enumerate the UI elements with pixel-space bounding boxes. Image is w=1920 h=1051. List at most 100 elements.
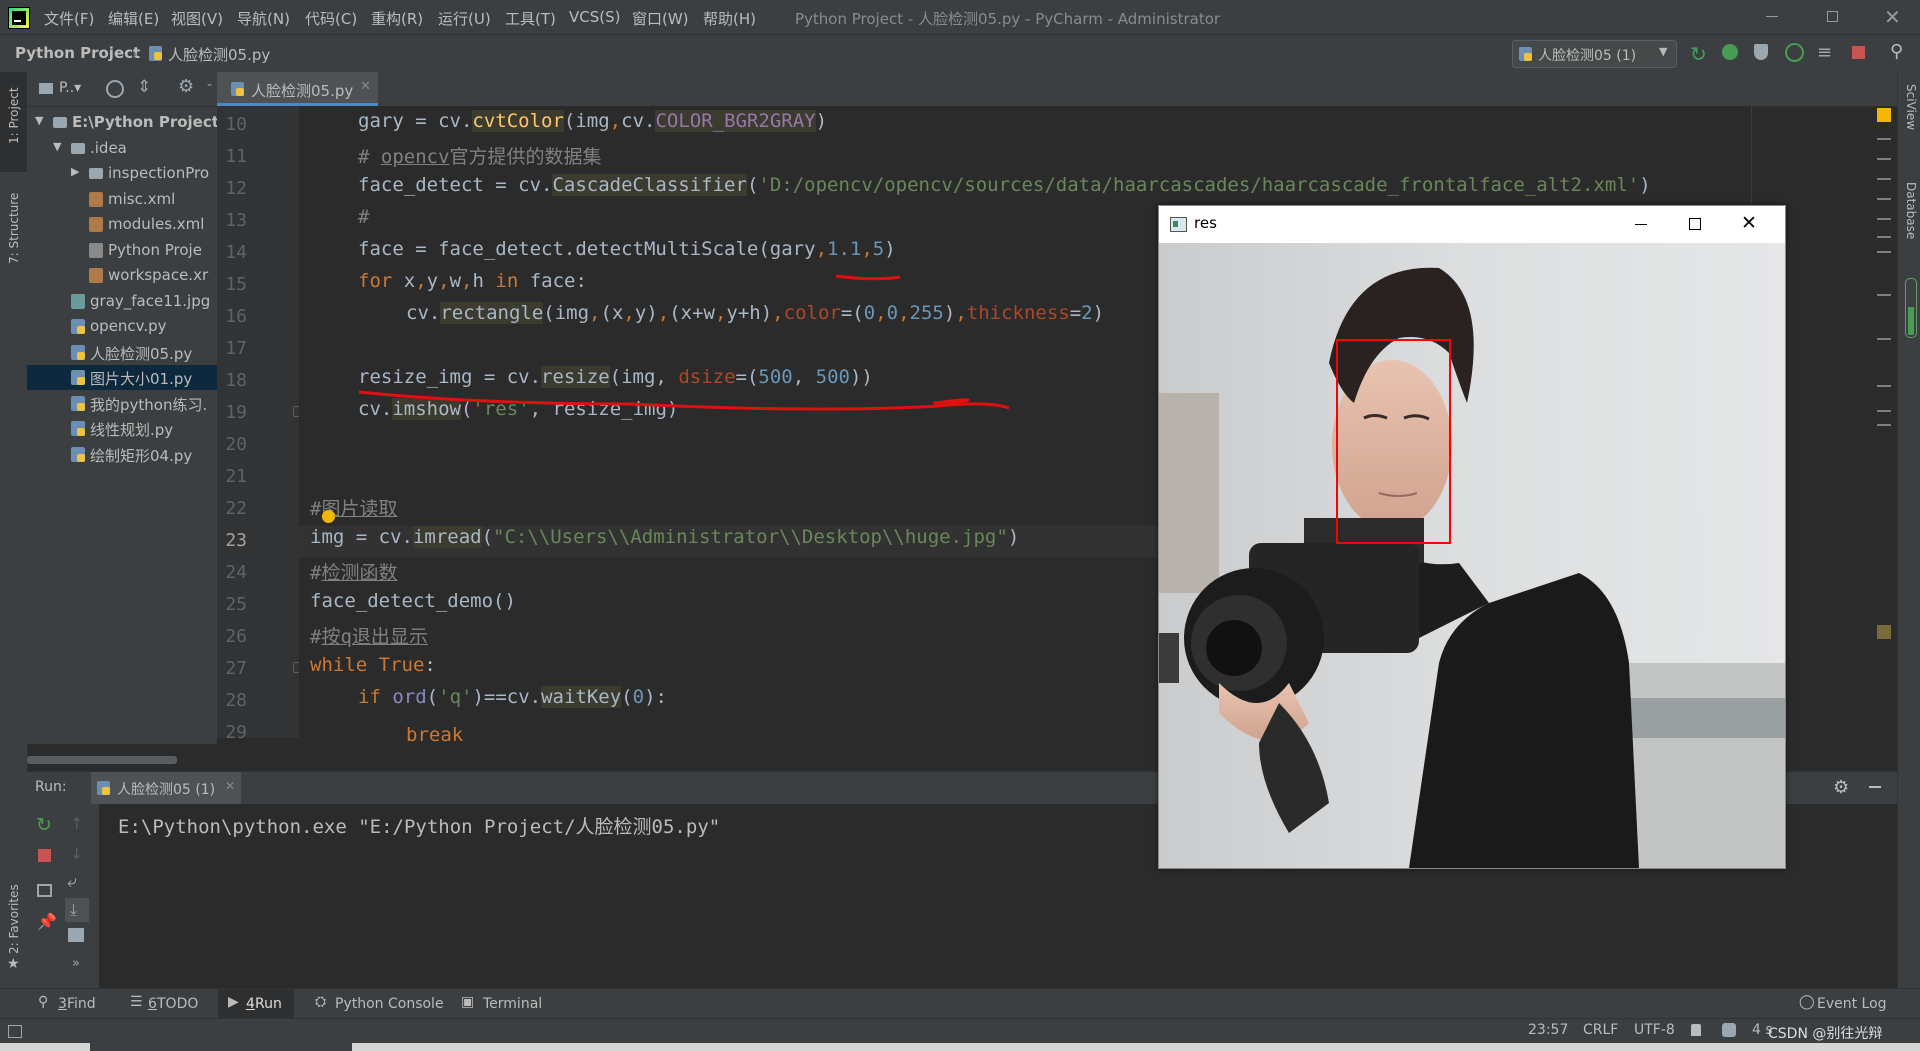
file-icon (89, 242, 103, 258)
maximize-button[interactable] (1827, 11, 1838, 22)
menu-tools[interactable]: 工具(T) (505, 8, 556, 29)
file-encoding[interactable]: UTF-8 (1634, 1022, 1675, 1038)
concurrency-icon[interactable]: ≡ (1817, 42, 1832, 63)
close-button[interactable]: ✕ (1884, 5, 1901, 29)
window-maximize-button[interactable] (1689, 218, 1701, 230)
rerun-icon[interactable]: ↻ (36, 814, 52, 836)
menu-help[interactable]: 帮助(H) (703, 8, 756, 29)
run-tab[interactable]: 人脸检测05 (1) ✕ (91, 772, 241, 805)
project-tree-item[interactable]: ▼ .idea (27, 136, 217, 161)
favorites-tool-button[interactable]: 2: Favorites (7, 884, 21, 954)
scroll-thumb[interactable] (1877, 625, 1891, 639)
project-tree-item[interactable]: opencv.py (27, 314, 217, 339)
chevron-right-icon[interactable]: ▶ (71, 165, 79, 178)
menu-code[interactable]: 代码(C) (305, 8, 357, 29)
inspector-icon[interactable] (1722, 1023, 1736, 1037)
project-tree-item[interactable]: Python Proje (27, 238, 217, 263)
hide-panel-icon[interactable] (1869, 786, 1881, 788)
soft-wrap-icon[interactable]: ⤶ (67, 872, 77, 892)
navigation-bar: Python Project › 人脸检测05.py 人脸检测05 (1) ▼ … (0, 34, 1920, 74)
line-separator[interactable]: CRLF (1583, 1022, 1618, 1038)
stop-icon[interactable] (1852, 46, 1865, 59)
locate-icon[interactable] (106, 80, 124, 98)
project-tree-item[interactable]: ▶ inspectionPro (27, 161, 217, 186)
close-tab-icon[interactable]: ✕ (225, 779, 235, 793)
project-tree-item[interactable]: misc.xml (27, 187, 217, 212)
menu-navigate[interactable]: 导航(N) (237, 8, 290, 29)
project-tree-item[interactable]: 线性规划.py (27, 416, 217, 441)
project-view-selector[interactable]: P..▾ (59, 80, 81, 96)
project-tree-item[interactable]: gray_face11.jpg (27, 289, 217, 314)
python-run-icon (97, 781, 110, 795)
project-tree-item[interactable]: 人脸检测05.py (27, 340, 217, 365)
hide-icon[interactable]: - (207, 77, 212, 93)
more-icon[interactable]: » (72, 956, 80, 971)
caret-position[interactable]: 23:57 (1528, 1022, 1568, 1038)
event-log-label: Event Log (1817, 996, 1887, 1012)
toggle-tool-windows-icon[interactable] (8, 1025, 22, 1038)
menu-view[interactable]: 视图(V) (171, 8, 223, 29)
chevron-down-icon[interactable]: ▼ (35, 114, 43, 127)
sciview-tool-button[interactable]: SciView (1904, 84, 1918, 130)
image-window[interactable]: res ✕ (1158, 205, 1786, 869)
search-everywhere-icon[interactable]: ⚲ (1890, 41, 1903, 62)
pin-icon[interactable]: 📌 (37, 912, 57, 931)
menu-window[interactable]: 窗口(W) (632, 8, 689, 29)
profile-icon[interactable] (1785, 43, 1804, 62)
find-tab-number: 3 (58, 996, 67, 1012)
menu-edit[interactable]: 编辑(E) (108, 8, 159, 29)
project-tree-item[interactable]: 绘制矩形04.py (27, 442, 217, 467)
python-file-icon (71, 370, 85, 385)
window-title: Python Project - 人脸检测05.py - PyCharm - A… (795, 10, 1221, 28)
coverage-icon[interactable] (1754, 44, 1768, 60)
window-close-button[interactable]: ✕ (1741, 212, 1757, 234)
scroll-to-end-button[interactable]: ⤓ (65, 898, 89, 922)
gear-icon[interactable]: ⚙ (178, 76, 194, 97)
python-file-icon (71, 446, 85, 462)
gear-icon[interactable]: ⚙ (1833, 777, 1849, 798)
underline-scale-params-mark (835, 274, 901, 281)
play-icon: ▶ (228, 994, 239, 1010)
database-tool-button[interactable]: Database (1904, 182, 1918, 239)
breadcrumb-file[interactable]: 人脸检测05.py (168, 44, 270, 65)
line-number: 25 (225, 594, 247, 615)
project-tree-item[interactable]: modules.xml (27, 212, 217, 237)
warning-indicator-icon[interactable] (1877, 108, 1891, 122)
project-tree-item[interactable]: 我的python练习. (27, 391, 217, 416)
lock-icon[interactable] (1691, 1024, 1701, 1036)
menu-refactor[interactable]: 重构(R) (371, 8, 423, 29)
editor-tab-active[interactable]: 人脸检测05.py ✕ (217, 72, 378, 106)
project-tree-item[interactable]: workspace.xr (27, 263, 217, 288)
project-tree-label: 我的python练习. (90, 395, 208, 414)
rerun-icon[interactable]: ↻ (1690, 42, 1707, 66)
menu-run[interactable]: 运行(U) (438, 8, 491, 29)
minimize-button[interactable] (1766, 16, 1778, 17)
structure-tool-button[interactable]: 7: Structure (7, 193, 21, 264)
collapse-icon[interactable]: ⇕ (137, 77, 151, 97)
line-number: 17 (225, 338, 247, 359)
image-window-titlebar[interactable]: res ✕ (1159, 206, 1785, 242)
line-number: 29 (225, 722, 247, 743)
run-config-selector[interactable]: 人脸检测05 (1) ▼ (1512, 40, 1677, 68)
breadcrumb-project[interactable]: Python Project (15, 44, 140, 62)
project-panel: P..▾ ⇕ ⚙ - ▼ E:\Python Project ▼ .idea ▶ insp… (27, 72, 217, 764)
project-tree-item[interactable]: 图片大小01.py (27, 365, 217, 390)
underline-resize-line-mark (358, 390, 1010, 411)
project-tool-button[interactable]: 1: Project (7, 87, 21, 144)
project-tree-item[interactable]: ▼ E:\Python Project (27, 110, 217, 135)
terminal-tab-label: Terminal (483, 996, 543, 1012)
window-minimize-button[interactable] (1635, 224, 1647, 225)
debug-icon[interactable] (1722, 44, 1738, 60)
arrow-down-icon[interactable]: ↓ (70, 844, 83, 863)
run-tool-tab[interactable]: ▶ 4 Run (218, 989, 294, 1019)
stop-icon[interactable] (38, 849, 51, 862)
menu-vcs[interactable]: VCS(S) (569, 8, 620, 26)
close-tab-icon[interactable]: ✕ (360, 79, 371, 94)
print-icon[interactable] (68, 928, 84, 942)
window-app-icon (1170, 217, 1187, 232)
arrow-up-icon[interactable]: ↑ (70, 814, 83, 833)
horizontal-scrollbar[interactable] (27, 756, 177, 764)
menu-file[interactable]: 文件(F) (44, 8, 94, 29)
layout-icon[interactable] (37, 884, 52, 897)
chevron-down-icon[interactable]: ▼ (53, 140, 61, 153)
